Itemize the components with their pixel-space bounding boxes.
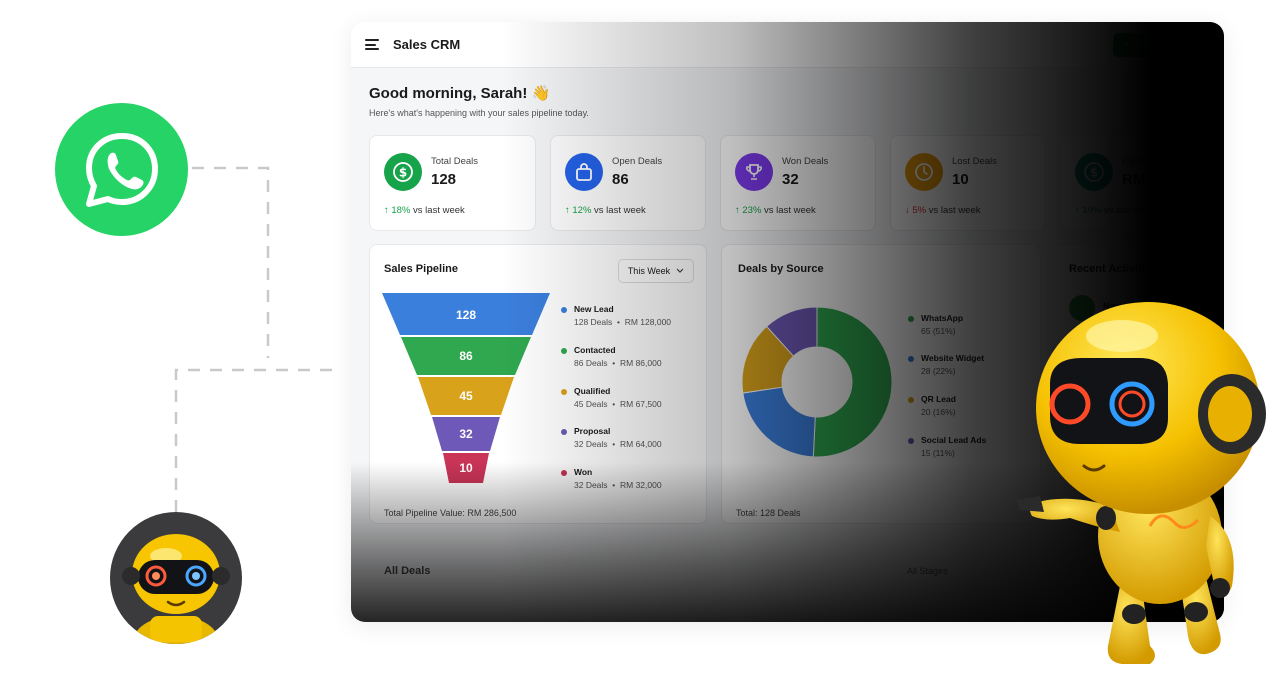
panel-title: Recent Activities: [1069, 263, 1158, 275]
stat-trend: ↑ 19% vs last week: [1075, 205, 1156, 216]
greeting-title: Good morning, Sarah! 👋: [369, 85, 551, 102]
period-dropdown[interactable]: This Week: [618, 259, 694, 283]
stat-trend: ↑ 18% vs last week: [384, 205, 465, 216]
source-donut-chart: [742, 307, 892, 457]
stat-value: 86: [612, 171, 629, 188]
stat-label: Won Deals: [782, 156, 829, 167]
pipeline-total: Total Pipeline Value: RM 286,500: [384, 508, 517, 518]
dollar-icon: $: [384, 153, 422, 191]
stat-label: Lost Deals: [952, 156, 997, 167]
stat-value: 10: [952, 171, 969, 188]
stat-trend: ↑ 12% vs last week: [565, 205, 646, 216]
stat-value: 128: [431, 171, 457, 188]
robot-avatar: [110, 512, 242, 644]
add-new-button[interactable]: + Add New: [1112, 33, 1184, 57]
hamburger-menu-icon[interactable]: [365, 39, 379, 50]
dollar-icon: $: [1075, 153, 1113, 191]
stat-card-won-deals[interactable]: Won Deals 32 ↑ 23% vs last week: [720, 135, 876, 231]
stat-label: Open Deals: [612, 156, 663, 167]
stat-card-total-deals[interactable]: $ Total Deals 128 ↑ 18% vs last week: [369, 135, 536, 231]
stat-trend: ↑ 23% vs last week: [735, 205, 816, 216]
svg-text:$: $: [1090, 166, 1098, 180]
source-total: Total: 128 Deals: [736, 508, 801, 518]
panel-title: Sales Pipeline: [384, 263, 458, 275]
chevron-down-icon: [676, 268, 684, 273]
all-deals-title: All Deals: [384, 565, 431, 577]
shopping-bag-icon: [565, 153, 603, 191]
donut-slice-whatsapp[interactable]: [812, 307, 892, 457]
greeting-subtitle: Here's what's happening with your sales …: [369, 108, 589, 118]
whatsapp-icon: [85, 132, 158, 207]
plus-icon: +: [1122, 39, 1129, 51]
stage-filter-dropdown[interactable]: All Stages: [907, 566, 948, 576]
sales-pipeline-panel: Sales Pipeline This Week 128 86 45 32 10…: [369, 244, 707, 524]
funnel-count: 32: [459, 427, 473, 441]
deals-by-source-panel: Deals by Source WhatsApp 65 (51%) Websit…: [721, 244, 1041, 524]
app-title: Sales CRM: [393, 37, 461, 52]
stat-value: RM 286,5: [1122, 171, 1188, 188]
stat-cards: $ Total Deals 128 ↑ 18% vs last week Ope…: [369, 135, 1216, 231]
period-label: This Week: [627, 266, 671, 276]
stat-value: 32: [782, 171, 799, 188]
funnel-count: 86: [459, 349, 473, 363]
donut-slice-website-widget[interactable]: [742, 386, 816, 457]
add-new-label: Add New: [1133, 39, 1174, 51]
robot-mascot: [1016, 302, 1266, 664]
funnel-count: 45: [459, 389, 473, 403]
svg-text:$: $: [399, 166, 407, 180]
pipeline-funnel: 128 86 45 32 10: [382, 293, 550, 483]
panel-title: Deals by Source: [738, 263, 824, 275]
stat-card-pipeline-value[interactable]: $ Pipeline Value RM 286,5 ↑ 19% vs last …: [1060, 135, 1216, 231]
stat-trend: ↓ 5% vs last week: [905, 205, 981, 216]
trophy-icon: [735, 153, 773, 191]
stat-card-open-deals[interactable]: Open Deals 86 ↑ 12% vs last week: [550, 135, 706, 231]
clock-icon: [905, 153, 943, 191]
stat-label: Total Deals: [431, 156, 478, 167]
top-bar: Sales CRM + Add New: [351, 22, 1224, 68]
whatsapp-badge: [55, 103, 188, 236]
stat-card-lost-deals[interactable]: Lost Deals 10 ↓ 5% vs last week: [890, 135, 1046, 231]
funnel-count: 10: [459, 461, 473, 475]
funnel-count: 128: [456, 308, 476, 322]
stat-label: Pipeline Value: [1122, 156, 1183, 167]
